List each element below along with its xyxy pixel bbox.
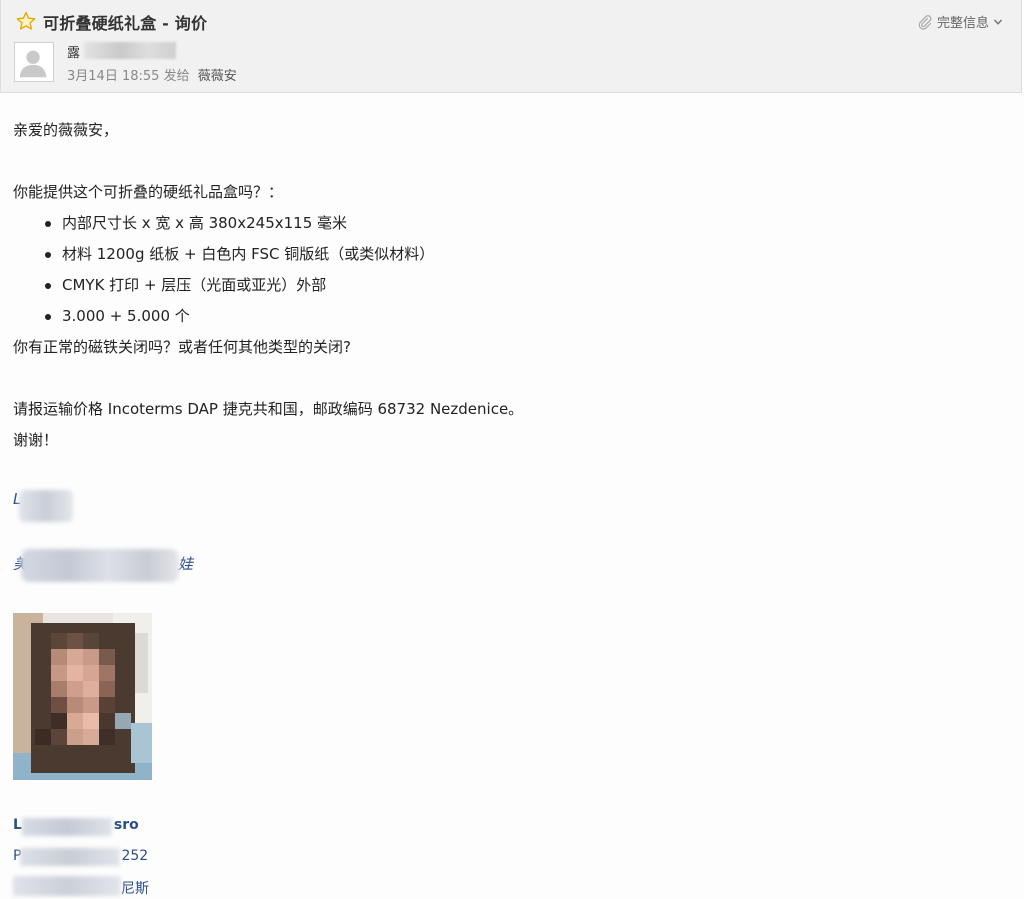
recipient-name[interactable]: 薇薇安 bbox=[198, 69, 237, 84]
avatar-placeholder-icon bbox=[15, 43, 53, 81]
full-info-toggle[interactable]: 完整信息 bbox=[917, 12, 1003, 31]
signature-title-end: 娃 bbox=[178, 555, 194, 573]
chevron-down-icon bbox=[993, 18, 1003, 25]
star-icon[interactable] bbox=[16, 11, 36, 31]
email-meta: 3月14日 18:55 发给 薇薇安 bbox=[67, 65, 237, 84]
question-text: 你有正常的磁铁关闭吗？或者任何其他类型的关闭? bbox=[13, 338, 351, 356]
list-item: 内部尺寸长 x 宽 x 高 380x245x115 毫米 bbox=[45, 208, 1003, 239]
avatar[interactable] bbox=[14, 42, 54, 82]
company-start: L bbox=[13, 817, 22, 833]
spec-list: 内部尺寸长 x 宽 x 高 380x245x115 毫米 材料 1200g 纸板… bbox=[13, 208, 1003, 332]
city-end: 尼斯 bbox=[121, 881, 149, 897]
full-info-label: 完整信息 bbox=[936, 16, 989, 31]
email-header: 可折叠硬纸礼盒 - 询价 露 3月14日 18:55 发给 薇薇安 完整信息 bbox=[0, 0, 1022, 93]
list-item: CMYK 打印 + 层压（光面或亚光）外部 bbox=[45, 270, 1003, 301]
email-body: 亲爱的薇薇安， 你能提供这个可折叠的硬纸礼品盒吗？： 内部尺寸长 x 宽 x 高… bbox=[13, 115, 1003, 456]
intro-text: 你能提供这个可折叠的硬纸礼品盒吗？： bbox=[13, 183, 284, 201]
sender-name-redacted bbox=[84, 42, 176, 59]
sent-date: 3月14日 18:55 bbox=[67, 69, 160, 84]
address-end: 252 bbox=[121, 848, 149, 864]
city-redacted bbox=[13, 876, 121, 896]
signature-title-redacted bbox=[21, 549, 179, 582]
sent-to-label: 发给 bbox=[163, 69, 190, 84]
sender-name[interactable]: 露 bbox=[67, 42, 80, 61]
shipping-text: 请报运输价格 Incoterms DAP 捷克共和国，邮政编码 68732 Ne… bbox=[13, 400, 524, 418]
greeting: 亲爱的薇薇安， bbox=[13, 121, 119, 139]
list-item: 3.000 + 5.000 个 bbox=[45, 301, 1003, 332]
company-end: sro bbox=[113, 817, 139, 833]
email-subject: 可折叠硬纸礼盒 - 询价 bbox=[43, 14, 208, 33]
thanks-text: 谢谢！ bbox=[13, 431, 59, 449]
address-redacted bbox=[20, 848, 120, 866]
signature-photo bbox=[13, 613, 152, 780]
list-item: 材料 1200g 纸板 + 白色内 FSC 铜版纸（或类似材料） bbox=[45, 239, 1003, 270]
signature-name-redacted bbox=[19, 490, 73, 522]
paperclip-icon bbox=[918, 14, 932, 30]
company-redacted bbox=[22, 818, 112, 836]
pixelated-portrait-image bbox=[13, 613, 152, 780]
sender-name-prefix: 露 bbox=[67, 46, 81, 61]
